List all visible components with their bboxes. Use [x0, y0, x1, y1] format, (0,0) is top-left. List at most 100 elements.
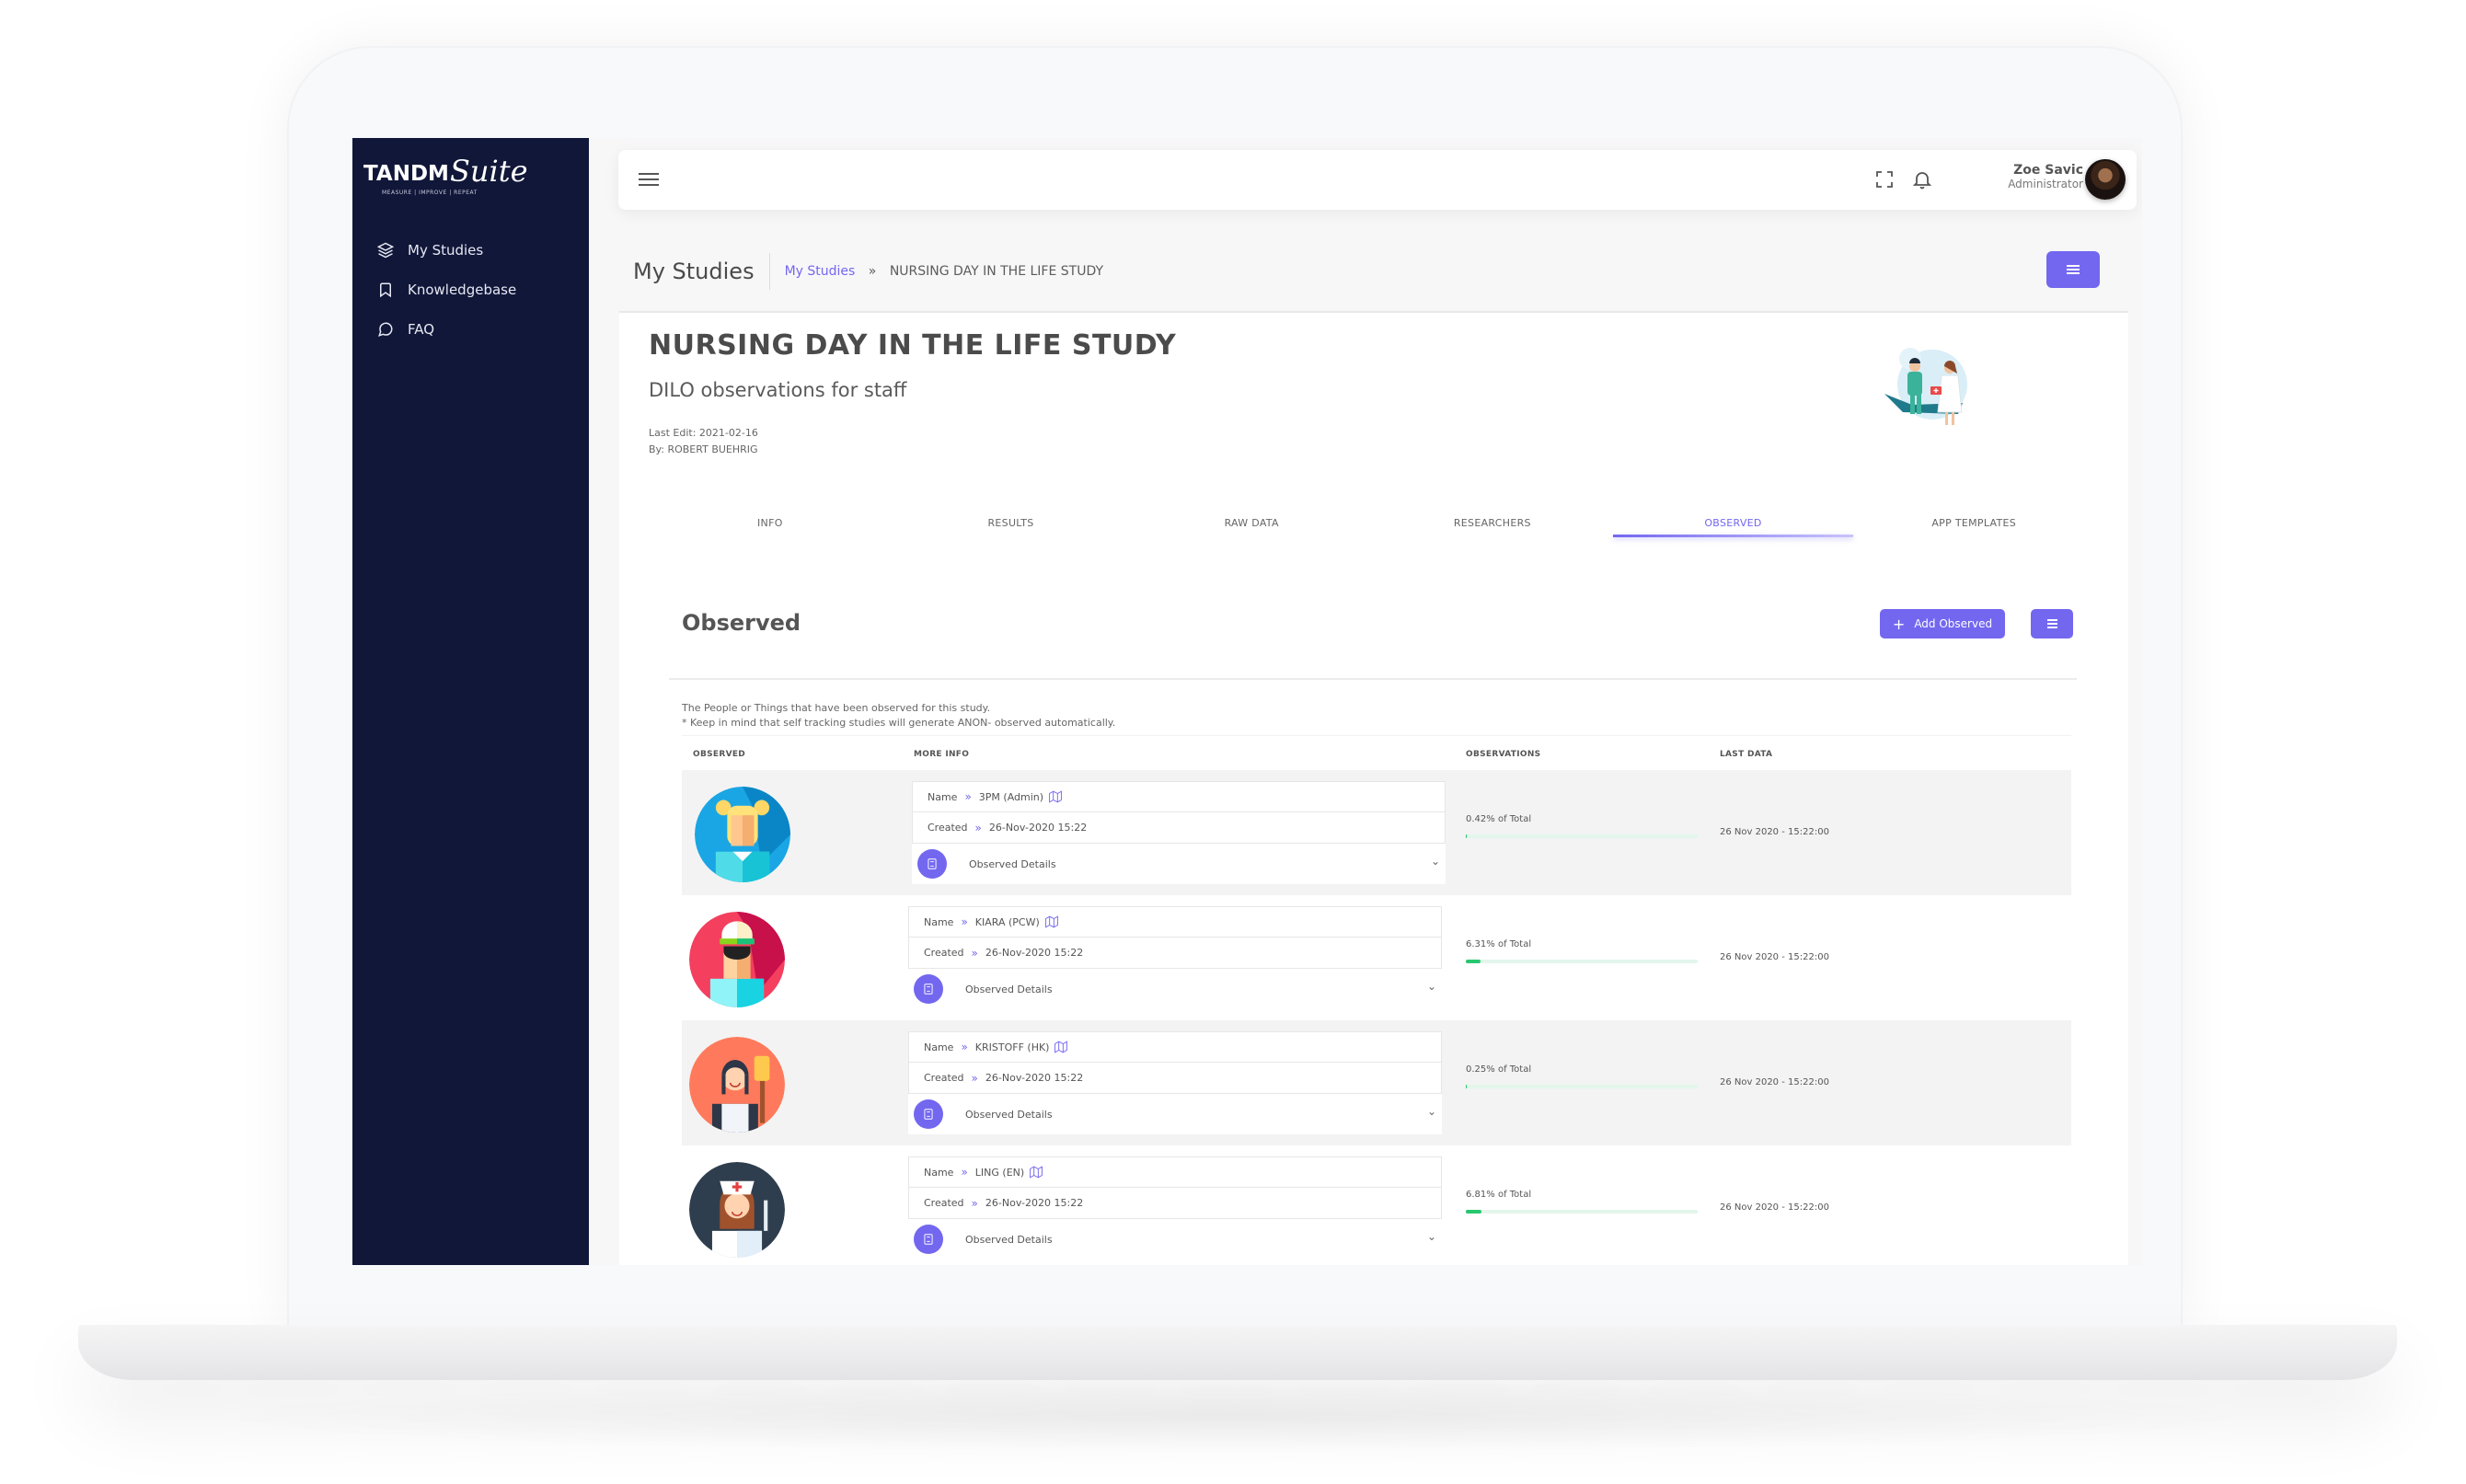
column-header-more-info[interactable]: MORE INFO	[914, 750, 969, 759]
page-title: My Studies	[633, 253, 770, 290]
sidebar-nav: My Studies Knowledgebase FAQ	[376, 230, 516, 349]
tab-app-templates[interactable]: APP TEMPLATES	[1853, 508, 2094, 543]
name-label: Name	[924, 915, 954, 928]
observed-details-label: Observed Details	[965, 1108, 1053, 1121]
created-date: 26-Nov-2020 15:22	[988, 822, 1088, 834]
brand-name: TANDM	[363, 162, 449, 186]
list-icon	[2046, 617, 2057, 630]
double-chevron-icon: »	[961, 915, 968, 928]
map-icon[interactable]	[1054, 1041, 1068, 1053]
nurse-patient-illustration	[1875, 339, 1986, 440]
observation-percent: 0.25% of Total	[1466, 1064, 1532, 1075]
nurse-avatar	[689, 1162, 785, 1258]
housekeeper-avatar	[689, 1037, 785, 1133]
observed-details-toggle[interactable]: Observed Details ⌄	[908, 1094, 1442, 1134]
observed-table-body: Name » 3PM (Admin) Created » 26-Nov-2020…	[682, 770, 2071, 1265]
tab-results[interactable]: RESULTS	[891, 508, 1132, 543]
laptop-base	[78, 1325, 2397, 1380]
last-data: 26 Nov 2020 - 15:22:00	[1720, 1202, 1829, 1213]
bookmark-icon	[376, 281, 395, 299]
study-meta: Last Edit: 2021-02-16 By: ROBERT BUEHRIG	[649, 425, 758, 458]
observed-name: KRISTOFF (HK)	[974, 1041, 1050, 1053]
name-label: Name	[924, 1041, 954, 1053]
column-header-last-data[interactable]: LAST DATA	[1720, 750, 1772, 759]
sidebar-item-my-studies[interactable]: My Studies	[376, 230, 516, 270]
cap-worker-avatar	[689, 912, 785, 1007]
study-title: NURSING DAY IN THE LIFE STUDY	[649, 329, 1177, 362]
bell-icon[interactable]	[1911, 168, 1933, 190]
observed-details-label: Observed Details	[965, 1233, 1053, 1246]
created-label: Created	[924, 1072, 964, 1084]
breadcrumb: My Studies » NURSING DAY IN THE LIFE STU…	[770, 264, 1103, 279]
brand-tagline: MEASURE | IMPROVE | REPEAT	[382, 190, 478, 196]
observed-details-toggle[interactable]: Observed Details ⌄	[908, 969, 1442, 1009]
chevron-down-icon: ⌄	[1426, 1105, 1436, 1118]
breadcrumb-link-my-studies[interactable]: My Studies	[785, 264, 856, 279]
table-row: Name » LING (EN) Created » 26-Nov-2020 1…	[682, 1145, 2071, 1265]
chevron-down-icon: ⌄	[1426, 1230, 1436, 1243]
add-observed-button[interactable]: + Add Observed	[1880, 609, 2005, 638]
created-date: 26-Nov-2020 15:22	[985, 1197, 1084, 1209]
table-row: Name » KRISTOFF (HK) Created » 26-Nov-20…	[682, 1020, 2071, 1145]
observed-name: KIARA (PCW)	[974, 915, 1040, 928]
page-actions-button[interactable]	[2046, 251, 2100, 288]
sidebar-item-faq[interactable]: FAQ	[376, 309, 516, 349]
last-data: 26 Nov 2020 - 15:22:00	[1720, 827, 1829, 837]
double-chevron-icon: »	[971, 1196, 978, 1210]
breadcrumb-separator: »	[868, 264, 877, 279]
details-icon	[914, 1099, 943, 1129]
tab-observed[interactable]: OBSERVED	[1612, 508, 1854, 543]
double-chevron-icon: »	[971, 946, 978, 960]
menu-icon[interactable]	[639, 170, 659, 189]
double-chevron-icon: »	[971, 1071, 978, 1085]
map-icon[interactable]	[1044, 915, 1058, 928]
fullscreen-icon[interactable]	[1873, 168, 1896, 190]
user-role: Administrator	[2008, 178, 2083, 190]
progress-fill	[1466, 1085, 1468, 1088]
top-navbar: Zoe Savic Administrator	[618, 150, 2137, 210]
created-label: Created	[924, 947, 964, 959]
observed-details-toggle[interactable]: Observed Details ⌄	[912, 844, 1446, 884]
more-info: Name » KIARA (PCW) Created » 26-Nov-2020…	[908, 906, 1442, 1009]
progress-fill	[1466, 960, 1481, 963]
name-label: Name	[928, 790, 958, 803]
name-field: Name » 3PM (Admin)	[912, 781, 1446, 812]
progress-fill	[1466, 834, 1468, 838]
tab-info[interactable]: INFO	[650, 508, 891, 543]
sidebar: TANDM Suite MEASURE | IMPROVE | REPEAT M…	[352, 138, 589, 1265]
observation-progress-bar	[1466, 834, 1698, 838]
map-icon[interactable]	[1049, 790, 1062, 803]
observation-progress-bar	[1466, 960, 1698, 963]
tab-researchers[interactable]: RESEARCHERS	[1372, 508, 1613, 543]
app-screen: TANDM Suite MEASURE | IMPROVE | REPEAT M…	[352, 138, 2142, 1265]
brand-logo[interactable]: TANDM Suite MEASURE | IMPROVE | REPEAT	[363, 156, 528, 196]
observed-name: LING (EN)	[974, 1166, 1025, 1179]
observed-details-label: Observed Details	[965, 983, 1053, 995]
study-tabs: INFO RESULTS RAW DATA RESEARCHERS OBSERV…	[650, 508, 2094, 543]
observed-details-toggle[interactable]: Observed Details ⌄	[908, 1219, 1442, 1260]
divider	[682, 735, 2071, 736]
more-info: Name » KRISTOFF (HK) Created » 26-Nov-20…	[908, 1031, 1442, 1134]
details-icon	[914, 974, 943, 1004]
table-row: Name » 3PM (Admin) Created » 26-Nov-2020…	[682, 770, 2071, 895]
column-header-observations[interactable]: OBSERVATIONS	[1466, 750, 1540, 759]
created-field: Created » 26-Nov-2020 15:22	[908, 1188, 1442, 1219]
map-icon[interactable]	[1030, 1166, 1043, 1179]
column-header-observed[interactable]: OBSERVED	[693, 750, 745, 759]
last-edit: Last Edit: 2021-02-16	[649, 427, 758, 439]
user-info[interactable]: Zoe Savic Administrator	[2008, 163, 2083, 190]
chevron-down-icon: ⌄	[1430, 855, 1440, 868]
details-icon	[914, 1225, 943, 1254]
more-info: Name » 3PM (Admin) Created » 26-Nov-2020…	[912, 781, 1446, 884]
progress-fill	[1466, 1210, 1482, 1214]
created-field: Created » 26-Nov-2020 15:22	[908, 938, 1442, 969]
user-avatar[interactable]	[2085, 159, 2126, 200]
add-observed-label: Add Observed	[1914, 617, 1993, 630]
observed-actions-button[interactable]	[2031, 609, 2073, 638]
blonde-staff-avatar	[695, 787, 790, 882]
observed-name: 3PM (Admin)	[978, 790, 1044, 803]
tab-raw-data[interactable]: RAW DATA	[1131, 508, 1372, 543]
name-field: Name » KIARA (PCW)	[908, 906, 1442, 938]
name-label: Name	[924, 1166, 954, 1179]
sidebar-item-knowledgebase[interactable]: Knowledgebase	[376, 270, 516, 309]
